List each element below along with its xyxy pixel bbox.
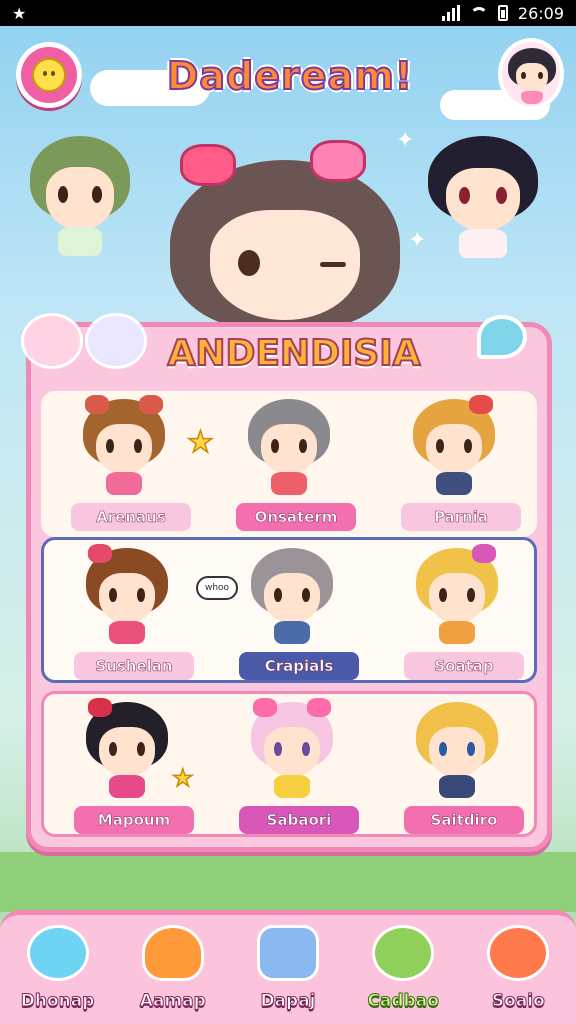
decor-character-green	[30, 136, 130, 256]
nav-item-soaio[interactable]: Soaio	[468, 925, 568, 1021]
character-portrait	[86, 544, 168, 644]
character-card[interactable]: Parnia	[371, 391, 536, 537]
nav-item-cadbao[interactable]: Cadbao	[353, 925, 453, 1021]
character-card[interactable]: Saitdiro	[374, 694, 539, 840]
ghost-icon	[477, 315, 527, 359]
signal-icon	[441, 5, 460, 21]
battery-icon	[497, 5, 508, 21]
bottom-nav: Dhonap Aamap Dapaj Cadbao Soaio	[0, 910, 576, 1024]
character-card[interactable]: Onsaterm	[206, 391, 371, 537]
menu-button[interactable]	[16, 42, 82, 108]
character-portrait	[251, 548, 333, 644]
character-name: Crapials	[239, 652, 359, 680]
wifi-icon	[469, 7, 488, 19]
nav-item-dhonap[interactable]: Dhonap	[8, 925, 108, 1021]
chick-icon	[32, 58, 66, 92]
character-row: Sushelan whoo Crapials Soatap	[41, 537, 537, 683]
character-portrait	[251, 698, 333, 798]
character-row: Arenaus ★ Onsaterm Parnia	[41, 391, 537, 537]
character-name: Mapoum	[74, 806, 194, 834]
status-time: 26:09	[517, 3, 564, 23]
character-card[interactable]: Sabaori	[209, 694, 374, 840]
character-portrait	[83, 395, 165, 495]
panel-pets	[21, 313, 161, 383]
nav-label: Aamap	[139, 991, 206, 1012]
nav-label: Cadbao	[367, 991, 439, 1012]
nav-item-aamap[interactable]: Aamap	[123, 925, 223, 1021]
avatar-character	[508, 48, 556, 104]
character-card[interactable]: Sushelan	[44, 540, 209, 686]
sparkle-icon: ✦	[396, 128, 415, 153]
character-portrait	[248, 399, 330, 495]
robot-icon	[141, 925, 204, 981]
character-name: Sushelan	[74, 652, 194, 680]
character-panel: ANDENDISIA Arenaus ★ Onsaterm Parnia Sus…	[21, 313, 552, 852]
hero-character	[160, 140, 410, 340]
character-name: Sabaori	[239, 806, 359, 834]
character-name: Onsaterm	[236, 503, 356, 531]
status-bar: ★ 26:09	[0, 0, 576, 26]
pet-icon	[487, 925, 550, 981]
character-name: Saitdiro	[404, 806, 524, 834]
sparkle-icon: ✦	[408, 228, 427, 253]
grass-ground	[0, 852, 576, 912]
nav-item-dapaj[interactable]: Dapaj	[238, 925, 338, 1021]
character-name: Soatap	[404, 652, 524, 680]
character-portrait	[413, 395, 495, 495]
nav-label: Soaio	[491, 991, 545, 1012]
cat-pet-icon	[21, 313, 83, 369]
character-portrait	[416, 544, 498, 644]
character-card[interactable]: Soatap	[374, 540, 539, 686]
bow-icon	[180, 144, 236, 186]
header: Dadeream!	[0, 26, 576, 146]
character-card[interactable]: Arenaus	[41, 391, 206, 537]
sheep-pet-icon	[85, 313, 147, 369]
character-row: Mapoum ★ Sabaori Saitdiro	[41, 691, 537, 837]
app-notification-icon: ★	[12, 3, 27, 23]
character-portrait	[86, 698, 168, 798]
character-name: Parnia	[401, 503, 521, 531]
app-title: Dadeream!	[166, 53, 414, 99]
bow-icon	[310, 140, 366, 182]
character-card[interactable]: Crapials	[209, 540, 374, 686]
star-icon: ★	[171, 763, 194, 793]
character-portrait	[416, 702, 498, 798]
message-icon	[256, 925, 319, 981]
panel-title: ANDENDISIA	[166, 332, 421, 375]
character-name: Arenaus	[71, 503, 191, 531]
nav-label: Dapaj	[260, 991, 316, 1012]
star-icon	[26, 925, 89, 981]
status-icons: 26:09	[441, 3, 564, 23]
bear-icon	[372, 925, 435, 981]
decor-character-black-hair	[428, 136, 538, 258]
nav-label: Dhonap	[20, 991, 95, 1012]
profile-avatar[interactable]	[498, 38, 564, 110]
